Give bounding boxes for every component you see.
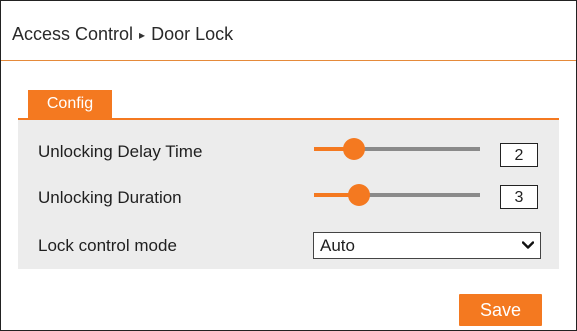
save-button[interactable]: Save — [459, 294, 542, 326]
tab-config[interactable]: Config — [28, 90, 112, 118]
breadcrumb-separator-icon: ▸ — [139, 27, 146, 42]
breadcrumb-section[interactable]: Access Control — [12, 24, 133, 45]
slider-thumb[interactable] — [342, 138, 365, 160]
breadcrumb-page: Door Lock — [151, 24, 234, 44]
slider-thumb[interactable] — [347, 184, 370, 206]
unlocking-duration-value[interactable]: 3 — [500, 185, 538, 209]
unlocking-delay-time-label: Unlocking Delay Time — [38, 142, 203, 161]
lock-control-mode-select[interactable]: Auto — [313, 232, 541, 259]
chevron-down-icon — [522, 241, 534, 249]
unlocking-delay-time-value[interactable]: 2 — [500, 143, 538, 167]
unlocking-duration-slider[interactable] — [314, 184, 480, 206]
breadcrumb: Access Control ▸ Door Lock — [12, 24, 233, 45]
header-divider — [1, 60, 576, 61]
unlocking-delay-time-slider[interactable] — [314, 138, 480, 160]
lock-control-mode-selected: Auto — [320, 236, 355, 255]
unlocking-duration-label: Unlocking Duration — [38, 188, 182, 207]
lock-control-mode-label: Lock control mode — [38, 236, 177, 255]
